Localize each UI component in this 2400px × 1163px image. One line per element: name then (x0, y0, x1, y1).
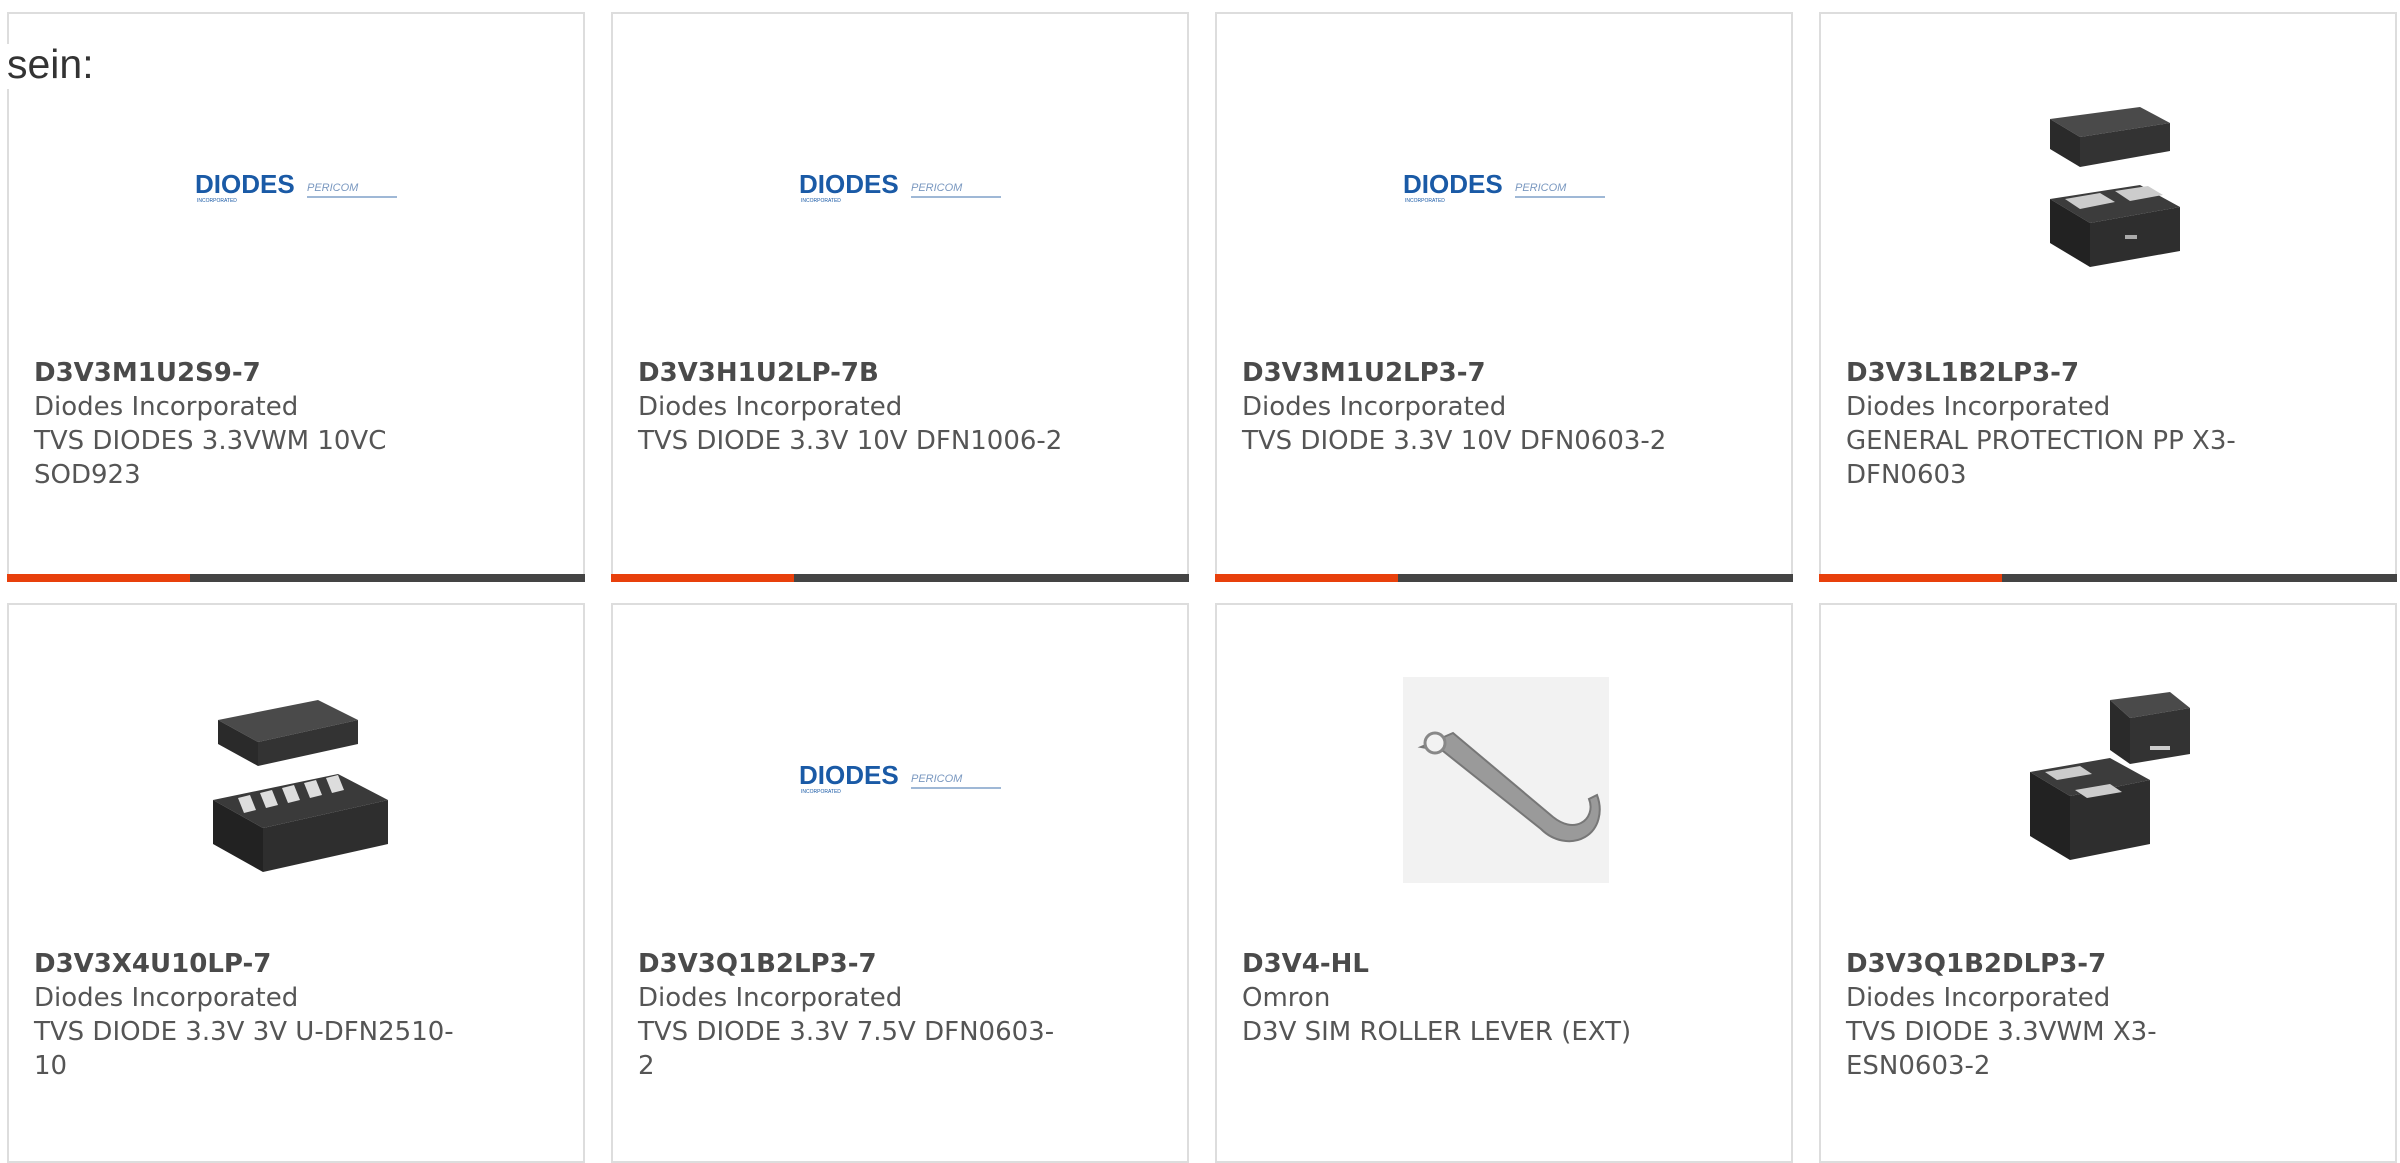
product-image[interactable] (1403, 677, 1609, 883)
description: TVS DIODE 3.3VWM X3-ESN0603-2 (1846, 1017, 2157, 1081)
dfn-package-icon (2050, 107, 2180, 267)
manufacturer: Diodes Incorporated (638, 392, 903, 422)
card-bottom-bar (1819, 574, 2397, 582)
product-card[interactable]: DIODES INCORPORATED PERICOM D3V3H1U2LP-7… (611, 12, 1189, 582)
manufacturer: Diodes Incorporated (1846, 392, 2111, 422)
diodes-pericom-logo-icon: DIODES INCORPORATED PERICOM (1403, 169, 1605, 204)
logo-brand: DIODES (195, 169, 295, 199)
manufacturer: Diodes Incorporated (34, 983, 299, 1013)
logo-brand: DIODES (1403, 169, 1503, 199)
product-card[interactable]: DIODES INCORPORATED PERICOM D3V3Q1B2LP3-… (611, 603, 1189, 1163)
logo-brand2: PERICOM (1515, 182, 1567, 194)
diodes-pericom-logo-icon: DIODES INCORPORATED PERICOM (799, 760, 1001, 795)
product-card[interactable]: DIODES INCORPORATED PERICOM D3V3M1U2S9-7… (7, 12, 585, 582)
card-bottom-bar (611, 574, 1189, 582)
product-image[interactable] (2007, 86, 2213, 292)
logo-sub: INCORPORATED (197, 198, 237, 204)
product-card[interactable]: D3V4-HL Omron D3V SIM ROLLER LEVER (EXT) (1215, 603, 1793, 1163)
diodes-pericom-logo-icon: DIODES INCORPORATED PERICOM (799, 169, 1001, 204)
description: TVS DIODE 3.3V 7.5V DFN0603-2 (638, 1017, 1055, 1081)
manufacturer: Omron (1242, 983, 1331, 1013)
product-card[interactable]: D3V3Q1B2DLP3-7 Diodes Incorporated TVS D… (1819, 603, 2397, 1163)
part-number[interactable]: D3V3X4U10LP-7 (34, 947, 464, 981)
logo-brand2: PERICOM (911, 182, 963, 194)
description: GENERAL PROTECTION PP X3-DFN0603 (1846, 426, 2236, 490)
part-number[interactable]: D3V3L1B2LP3-7 (1846, 356, 2276, 390)
card-bottom-bar (1215, 574, 1793, 582)
product-card[interactable]: D3V3L1B2LP3-7 Diodes Incorporated GENERA… (1819, 12, 2397, 582)
part-number[interactable]: D3V3M1U2LP3-7 (1242, 356, 1672, 390)
product-image[interactable] (195, 677, 401, 883)
logo-brand2: PERICOM (911, 773, 963, 785)
logo-brand2: PERICOM (307, 182, 359, 194)
logo-sub: INCORPORATED (1405, 198, 1445, 204)
description: TVS DIODE 3.3V 3V U-DFN2510-10 (34, 1017, 454, 1081)
description: D3V SIM ROLLER LEVER (EXT) (1242, 1017, 1632, 1047)
product-image[interactable]: DIODES INCORPORATED PERICOM (799, 86, 1005, 292)
product-image[interactable] (2007, 677, 2213, 883)
manufacturer: Diodes Incorporated (1846, 983, 2111, 1013)
part-number[interactable]: D3V3H1U2LP-7B (638, 356, 1068, 390)
card-bottom-bar (7, 574, 585, 582)
diodes-pericom-logo-icon: DIODES INCORPORATED PERICOM (195, 169, 397, 204)
product-image[interactable]: DIODES INCORPORATED PERICOM (1403, 86, 1609, 292)
logo-brand: DIODES (799, 169, 899, 199)
manufacturer: Diodes Incorporated (34, 392, 299, 422)
part-number[interactable]: D3V4-HL (1242, 947, 1672, 981)
product-card[interactable]: DIODES INCORPORATED PERICOM D3V3M1U2LP3-… (1215, 12, 1793, 582)
manufacturer: Diodes Incorporated (1242, 392, 1507, 422)
esn-package-icon (2030, 692, 2190, 860)
udfn-package-icon (213, 700, 388, 872)
part-number[interactable]: D3V3Q1B2DLP3-7 (1846, 947, 2276, 981)
description: TVS DIODES 3.3VWM 10VC SOD923 (34, 426, 387, 490)
intro-text: sein: (7, 44, 100, 89)
description: TVS DIODE 3.3V 10V DFN0603-2 (1242, 426, 1667, 456)
product-image[interactable]: DIODES INCORPORATED PERICOM (799, 677, 1005, 883)
logo-sub: INCORPORATED (801, 789, 841, 795)
product-image[interactable]: DIODES INCORPORATED PERICOM (195, 86, 401, 292)
description: TVS DIODE 3.3V 10V DFN1006-2 (638, 426, 1063, 456)
part-number[interactable]: D3V3M1U2S9-7 (34, 356, 464, 390)
product-card[interactable]: D3V3X4U10LP-7 Diodes Incorporated TVS DI… (7, 603, 585, 1163)
logo-brand: DIODES (799, 760, 899, 790)
manufacturer: Diodes Incorporated (638, 983, 903, 1013)
roller-lever-icon (1403, 677, 1609, 883)
logo-sub: INCORPORATED (801, 198, 841, 204)
part-number[interactable]: D3V3Q1B2LP3-7 (638, 947, 1068, 981)
